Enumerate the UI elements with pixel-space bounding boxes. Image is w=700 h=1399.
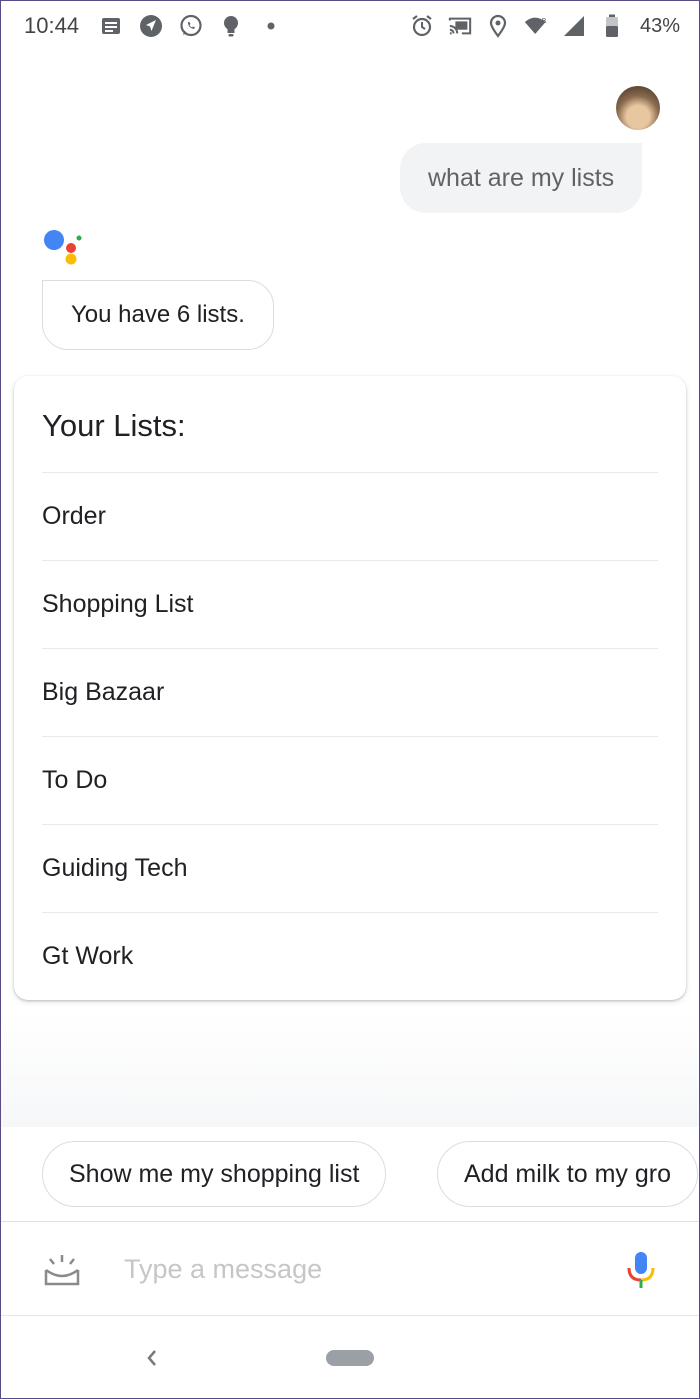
- message-input-bar: [0, 1221, 700, 1315]
- whatsapp-icon: [179, 14, 203, 38]
- wifi-icon: R: [524, 14, 548, 38]
- home-pill-button[interactable]: [326, 1350, 374, 1366]
- battery-icon: [600, 14, 624, 38]
- navigation-bar: [0, 1315, 700, 1399]
- list-item-shopping-list[interactable]: Shopping List: [42, 560, 658, 648]
- status-time: 10:44: [24, 13, 80, 38]
- svg-text:R: R: [542, 16, 547, 25]
- list-item-big-bazaar[interactable]: Big Bazaar: [42, 648, 658, 736]
- back-icon[interactable]: [140, 1344, 164, 1372]
- list-item-gt-work[interactable]: Gt Work: [42, 912, 658, 1000]
- dot-icon: [259, 14, 283, 38]
- bulb-icon: [219, 14, 243, 38]
- user-query-bubble[interactable]: what are my lists: [400, 143, 643, 213]
- location-icon: [486, 14, 510, 38]
- navigation-icon: [139, 14, 163, 38]
- notes-icon: [99, 14, 123, 38]
- content-fade: [0, 1010, 700, 1130]
- list-item-to-do[interactable]: To Do: [42, 736, 658, 824]
- cast-icon: [448, 14, 472, 38]
- lists-card: Your Lists: Order Shopping List Big Baza…: [14, 376, 686, 1000]
- suggestion-chip-add-milk[interactable]: Add milk to my gro: [437, 1141, 699, 1207]
- lens-icon[interactable]: [42, 1252, 82, 1288]
- microphone-icon[interactable]: [626, 1250, 656, 1290]
- list-item-order[interactable]: Order: [42, 472, 658, 560]
- card-title: Your Lists:: [42, 408, 186, 443]
- suggestion-chips: Show me my shopping list Add milk to my …: [0, 1127, 700, 1221]
- battery-percent: 43%: [639, 14, 680, 37]
- suggestion-chip-shopping-list[interactable]: Show me my shopping list: [42, 1141, 387, 1207]
- user-avatar[interactable]: [616, 86, 660, 130]
- message-input[interactable]: [124, 1246, 584, 1292]
- signal-icon: [562, 14, 586, 38]
- system-icons: R 43%: [410, 14, 680, 38]
- assistant-reply-bubble: You have 6 lists.: [42, 280, 274, 350]
- alarm-icon: [410, 14, 434, 38]
- status-bar: 10:44 R 43%: [0, 0, 700, 52]
- google-assistant-logo-icon: [44, 230, 82, 265]
- lists-list: Order Shopping List Big Bazaar To Do Gui…: [42, 472, 658, 1000]
- user-query-text: what are my lists: [428, 163, 615, 192]
- notification-icons: [99, 14, 283, 38]
- list-item-guiding-tech[interactable]: Guiding Tech: [42, 824, 658, 912]
- assistant-reply-text: You have 6 lists.: [71, 301, 245, 328]
